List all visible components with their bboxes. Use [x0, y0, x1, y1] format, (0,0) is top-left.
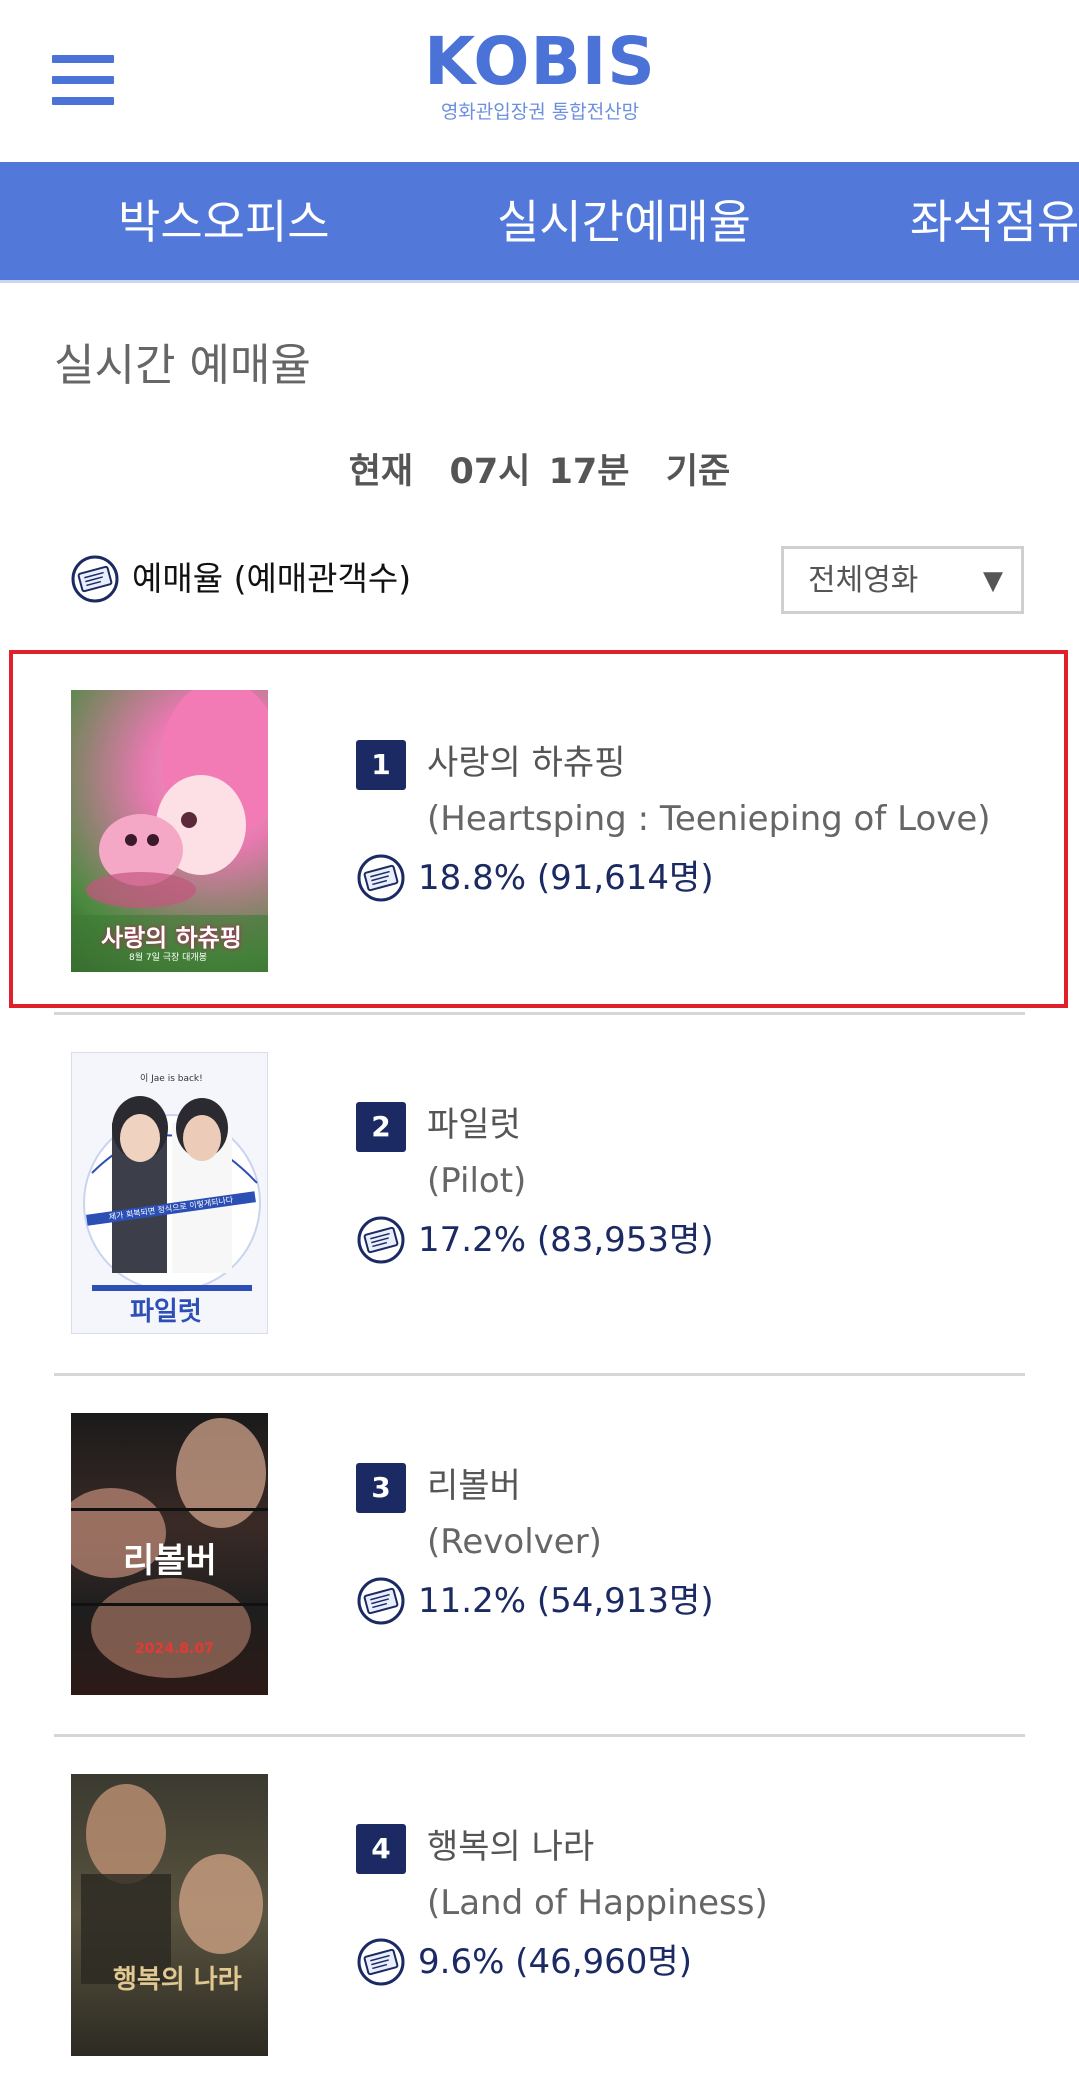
reservation-rate: 9.6% (46,960명): [356, 1934, 692, 1990]
movie-item[interactable]: 리볼버 2024.8.07 3 리볼버 (Revolver) 11.2% (54…: [0, 1373, 1079, 1734]
tab-seat-occupancy[interactable]: 좌석점유: [910, 192, 1079, 252]
ticket-icon: [70, 554, 120, 604]
movie-title-en: (Revolver): [427, 1522, 602, 1562]
movie-title-en: (Land of Happiness): [427, 1883, 768, 1923]
movie-poster[interactable]: 행복의 나라: [71, 1774, 268, 2056]
hamburger-menu-icon[interactable]: [52, 55, 114, 105]
ticket-icon: [356, 1576, 406, 1626]
filter-selected-value: 전체영화: [808, 563, 919, 598]
movie-title-ko[interactable]: 파일럿: [427, 1100, 521, 1150]
movie-item[interactable]: 이 Jae is back! 제가 회복되면 정식으로 이렇게되나다 파일럿 2…: [0, 1012, 1079, 1373]
page-title: 실시간 예매율: [54, 340, 311, 391]
movie-poster[interactable]: 리볼버 2024.8.07: [71, 1413, 268, 1695]
main-nav: 박스오피스 실시간예매율 좌석점유: [0, 162, 1079, 283]
ticket-icon: [356, 1937, 406, 1987]
ticket-icon: [356, 1215, 406, 1265]
dropdown-triangle-icon: ▼: [983, 566, 1003, 596]
movie-poster[interactable]: 이 Jae is back! 제가 회복되면 정식으로 이렇게되나다 파일럿: [71, 1052, 268, 1334]
rank-badge: 4: [356, 1824, 406, 1874]
poster-tagline: 이 Jae is back!: [140, 1074, 203, 1084]
poster-title-text: 행복의 나라: [113, 1965, 242, 1995]
reservation-rate: 11.2% (54,913명): [356, 1573, 714, 1629]
poster-title-text: 리볼버: [123, 1541, 217, 1581]
time-basis-label: 현재 07시 17분 기준: [348, 452, 731, 492]
rank-badge: 3: [356, 1463, 406, 1513]
reservation-rate: 17.2% (83,953명): [356, 1212, 714, 1268]
movie-title-ko[interactable]: 리볼버: [427, 1461, 521, 1511]
legend-label: 예매율 (예매관객수): [132, 559, 412, 598]
reservation-rate-value: 11.2% (54,913명): [418, 1581, 714, 1621]
tab-box-office[interactable]: 박스오피스: [118, 192, 330, 252]
reservation-rate-value: 17.2% (83,953명): [418, 1220, 714, 1260]
reservation-rate-value: 9.6% (46,960명): [418, 1942, 692, 1982]
movie-item[interactable]: 행복의 나라 4 행복의 나라 (Land of Happiness) 9.6%…: [0, 1734, 1079, 2095]
kobis-logo[interactable]: KOBIS 영화관입장권 통합전산망: [400, 24, 680, 124]
tab-realtime-reservation[interactable]: 실시간예매율: [497, 192, 751, 252]
logo-text: KOBIS: [424, 23, 656, 100]
poster-caption: 2024.8.07: [135, 1641, 214, 1657]
poster-title-text: 파일럿: [130, 1297, 202, 1327]
logo-subtitle: 영화관입장권 통합전산망: [440, 101, 640, 123]
movie-filter-select[interactable]: 전체영화 ▼: [781, 546, 1024, 614]
selection-highlight: [9, 650, 1068, 1008]
rank-badge: 2: [356, 1102, 406, 1152]
movie-title-ko[interactable]: 행복의 나라: [427, 1822, 594, 1872]
app-header: KOBIS 영화관입장권 통합전산망: [0, 0, 1079, 162]
movie-title-en: (Pilot): [427, 1161, 527, 1201]
reservation-legend: 예매율 (예매관객수): [70, 552, 411, 606]
